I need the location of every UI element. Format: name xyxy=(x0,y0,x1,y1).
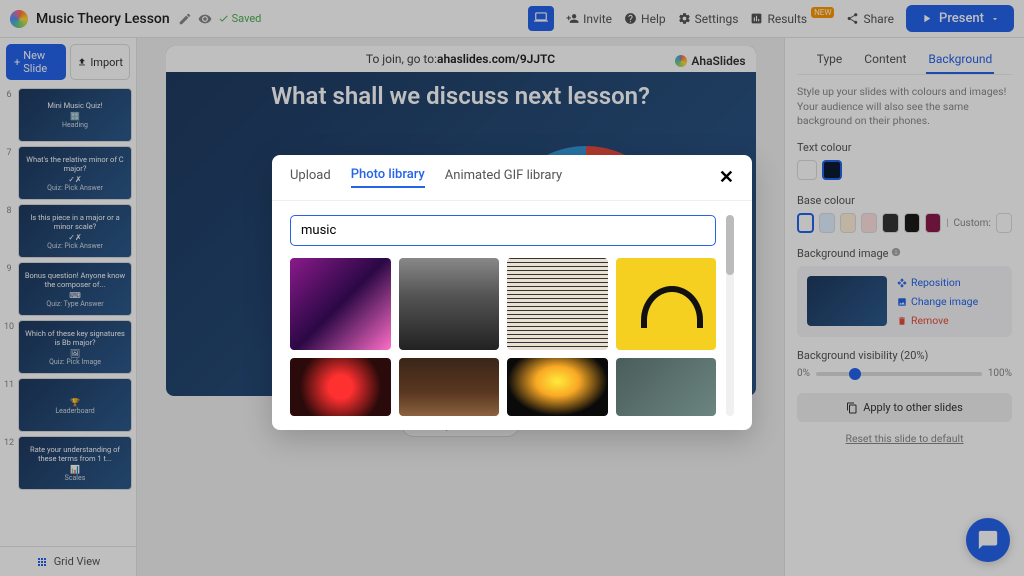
photo-library-modal: Upload Photo library Animated GIF librar… xyxy=(272,155,752,430)
search-input[interactable] xyxy=(290,215,716,246)
photo-result[interactable] xyxy=(290,258,391,350)
modal-tab-photo-library[interactable]: Photo library xyxy=(351,167,425,188)
photo-result[interactable] xyxy=(507,258,608,350)
close-icon[interactable]: ✕ xyxy=(719,167,734,188)
scrollbar[interactable] xyxy=(726,215,734,416)
modal-tab-upload[interactable]: Upload xyxy=(290,168,331,187)
modal-tab-gif-library[interactable]: Animated GIF library xyxy=(445,168,562,187)
photo-result[interactable] xyxy=(290,358,391,416)
photo-result[interactable] xyxy=(616,258,717,350)
photo-result[interactable] xyxy=(399,358,500,416)
photo-result[interactable] xyxy=(399,258,500,350)
photo-result[interactable] xyxy=(507,358,608,416)
photo-result[interactable] xyxy=(616,358,717,416)
photo-grid xyxy=(290,258,716,416)
